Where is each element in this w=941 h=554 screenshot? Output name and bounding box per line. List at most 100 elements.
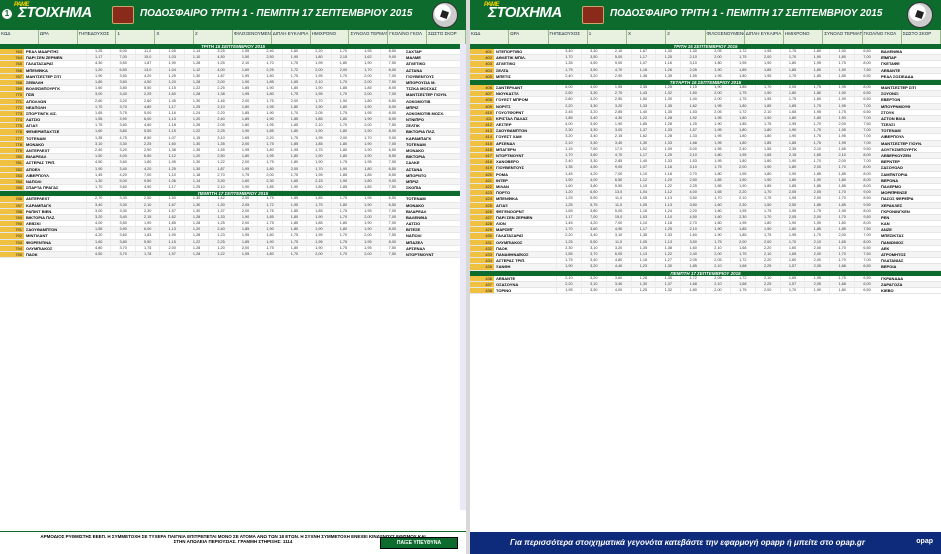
column-header: ΗΜΙΧΡΟΝΟ <box>311 30 350 44</box>
odds-value: 1,65 <box>754 153 780 159</box>
odds-value: 1,80 <box>281 214 306 221</box>
home-team: ΑΠΟΕΛ <box>26 166 41 172</box>
odds-value: 6,50 <box>854 109 879 115</box>
odds-value: 1,78 <box>134 252 159 258</box>
page-header: 1 PAME ΣΤΟΙΧΗΜΑ ΠΟΔΟΣΦΑΙΡΟ ΤΡΙΤΗ 1 - ΠΕΜΠ… <box>0 0 466 30</box>
odds-value: 1,12 <box>655 190 680 196</box>
odds-value: 7,50 <box>854 227 879 233</box>
match-row: 438 ΤΟΡΙΝΟ 1,95 3,30 4,00 1,25 1,32 1,80 2,00 1,7… <box>470 287 941 295</box>
match-code: 423 <box>470 190 494 196</box>
odds-value: 1,90 <box>355 61 379 67</box>
odds-value: 7,50 <box>379 185 404 191</box>
home-team: ΓΟΥΕΣΤ ΜΠΡΟΜ <box>496 97 529 103</box>
odds-value: 1,75 <box>257 208 281 214</box>
odds-value: 1,90 <box>232 214 257 221</box>
odds-value: 1,80 <box>306 55 330 61</box>
odds-value: 1,16 <box>630 208 656 214</box>
odds-value: 2,20 <box>729 190 755 196</box>
odds-value: 1,80 <box>330 221 355 227</box>
odds-value: 1,90 <box>804 55 829 61</box>
odds-value: 6,00 <box>854 281 879 287</box>
odds-cells: 1,17 7,00 15,0 1,03 1,10 4,50 1,60 2,30 1,70 2,05… <box>556 214 879 221</box>
odds-value: 3,80 <box>110 239 134 245</box>
odds-value: 1,06 <box>159 178 183 185</box>
odds-value: 1,90 <box>86 166 110 172</box>
odds-value: 1,17 <box>630 227 656 233</box>
odds-cells: 1,75 3,40 4,80 1,18 1,27 2,05 2,05 1,72 2,20 1,60… <box>556 258 879 264</box>
odds-value: 1,90 <box>257 239 281 245</box>
odds-value: 4,80 <box>86 245 110 251</box>
odds-value: 1,75 <box>281 61 306 67</box>
odds-value: 1,80 <box>729 115 755 122</box>
odds-value: 1,95 <box>306 92 330 98</box>
odds-value: 1,22 <box>630 115 656 122</box>
home-team: ΑΣΤΕΡΑΣ ΤΡΙΠ. <box>26 160 56 166</box>
odds-value: 1,95 <box>232 148 257 154</box>
odds-value: 1,65 <box>556 208 581 214</box>
odds-cells: 1,90 3,40 4,20 1,25 1,30 1,87 1,95 1,80 2,00 1,70… <box>86 166 404 172</box>
odds-cells: 2,20 3,40 3,10 1,35 1,33 1,60 1,90 1,85 1,75 1,95… <box>556 233 879 239</box>
odds-value: 1,95 <box>355 208 379 214</box>
odds-value: 5,00 <box>680 146 705 152</box>
odds-value: 1,80 <box>829 221 854 227</box>
odds-value: 1,13 <box>655 202 680 208</box>
odds-value: 1,80 <box>829 287 854 294</box>
odds-value: 1,80 <box>281 245 306 251</box>
away-team: ΒΙΤΕΣΕ <box>406 227 421 233</box>
odds-value: 1,28 <box>655 134 680 140</box>
odds-value: 1,15 <box>159 239 183 245</box>
odds-value: 1,40 <box>680 97 705 103</box>
odds-value: 1,75 <box>306 148 330 154</box>
odds-cells: 2,20 3,30 3,20 1,33 1,35 1,62 1,95 1,80 1,85 1,85… <box>556 103 879 109</box>
match-code: 433 <box>470 252 494 258</box>
odds-value: 3,00 <box>605 128 631 134</box>
odds-value: 1,70 <box>330 92 355 98</box>
odds-value: 1,70 <box>86 104 110 110</box>
odds-value: 3,70 <box>110 104 134 110</box>
odds-value: 1,80 <box>779 61 805 67</box>
odds-value: 1,20 <box>208 245 232 251</box>
odds-value: 1,33 <box>655 140 680 146</box>
odds-value: 2,00 <box>232 196 257 202</box>
match-code: 782 <box>0 166 24 172</box>
odds-value: 1,70 <box>829 245 854 251</box>
odds-value: 1,53 <box>680 159 705 165</box>
column-header: ΩΡΑ <box>509 30 549 44</box>
odds-value: 2,00 <box>754 55 780 61</box>
odds-value: 1,33 <box>655 159 680 165</box>
column-header: 2 <box>194 30 233 44</box>
home-team: ΜΠΕΝΦΙΚΑ <box>496 196 518 202</box>
odds-value: 2,00 <box>306 252 330 258</box>
odds-value: 7,50 <box>379 245 404 251</box>
odds-value: 1,35 <box>655 275 680 281</box>
away-team: ΑΣΤΑΝΑ <box>406 67 423 73</box>
away-team: ΛΙΒΕΡΠΟΥΛ <box>881 134 904 140</box>
odds-value: 1,60 <box>159 92 183 98</box>
odds-cells: 1,45 4,20 7,00 1,10 1,18 2,70 1,80 1,95 1,80 1,90… <box>556 221 879 227</box>
odds-cells: 1,35 4,50 9,00 1,07 1,16 3,10 1,80 1,95 1,90 1,80… <box>556 61 879 67</box>
odds-value: 2,60 <box>86 98 110 104</box>
home-team: ΓΟΥΟΤΦΟΡΝΤ <box>496 109 524 115</box>
opap-logo: opap <box>916 538 933 545</box>
odds-value: 3,80 <box>580 183 606 190</box>
odds-value: 2,25 <box>134 92 159 98</box>
odds-cells: 1,70 3,60 4,90 1,17 1,25 2,10 1,90 1,85 1,90 1,80… <box>86 185 404 191</box>
odds-value: 7,00 <box>854 233 879 239</box>
odds-value: 6,50 <box>854 275 879 281</box>
odds-value: 3,20 <box>605 103 631 109</box>
odds-value: 1,80 <box>705 153 730 159</box>
home-team: ΣΑΝΤΕΡΛΑΝΤ <box>496 84 523 90</box>
away-team: ΣΑΣΟΥΟΛΟ <box>881 165 903 171</box>
home-team: ΓΟΥΕΣΤ ΧΑΜ <box>496 134 522 140</box>
odds-value: 3,40 <box>580 233 606 239</box>
odds-value: 4,90 <box>605 227 631 233</box>
odds-value: 1,80 <box>779 177 805 183</box>
odds-value: 1,55 <box>754 146 780 152</box>
odds-value: 1,35 <box>655 109 680 115</box>
match-code: 764 <box>0 55 24 61</box>
odds-value: 1,45 <box>556 221 581 227</box>
match-code: 415 <box>470 140 494 146</box>
odds-value: 2,00 <box>330 135 355 141</box>
odds-value: 3,50 <box>110 221 134 227</box>
odds-value: 1,25 <box>159 73 183 79</box>
